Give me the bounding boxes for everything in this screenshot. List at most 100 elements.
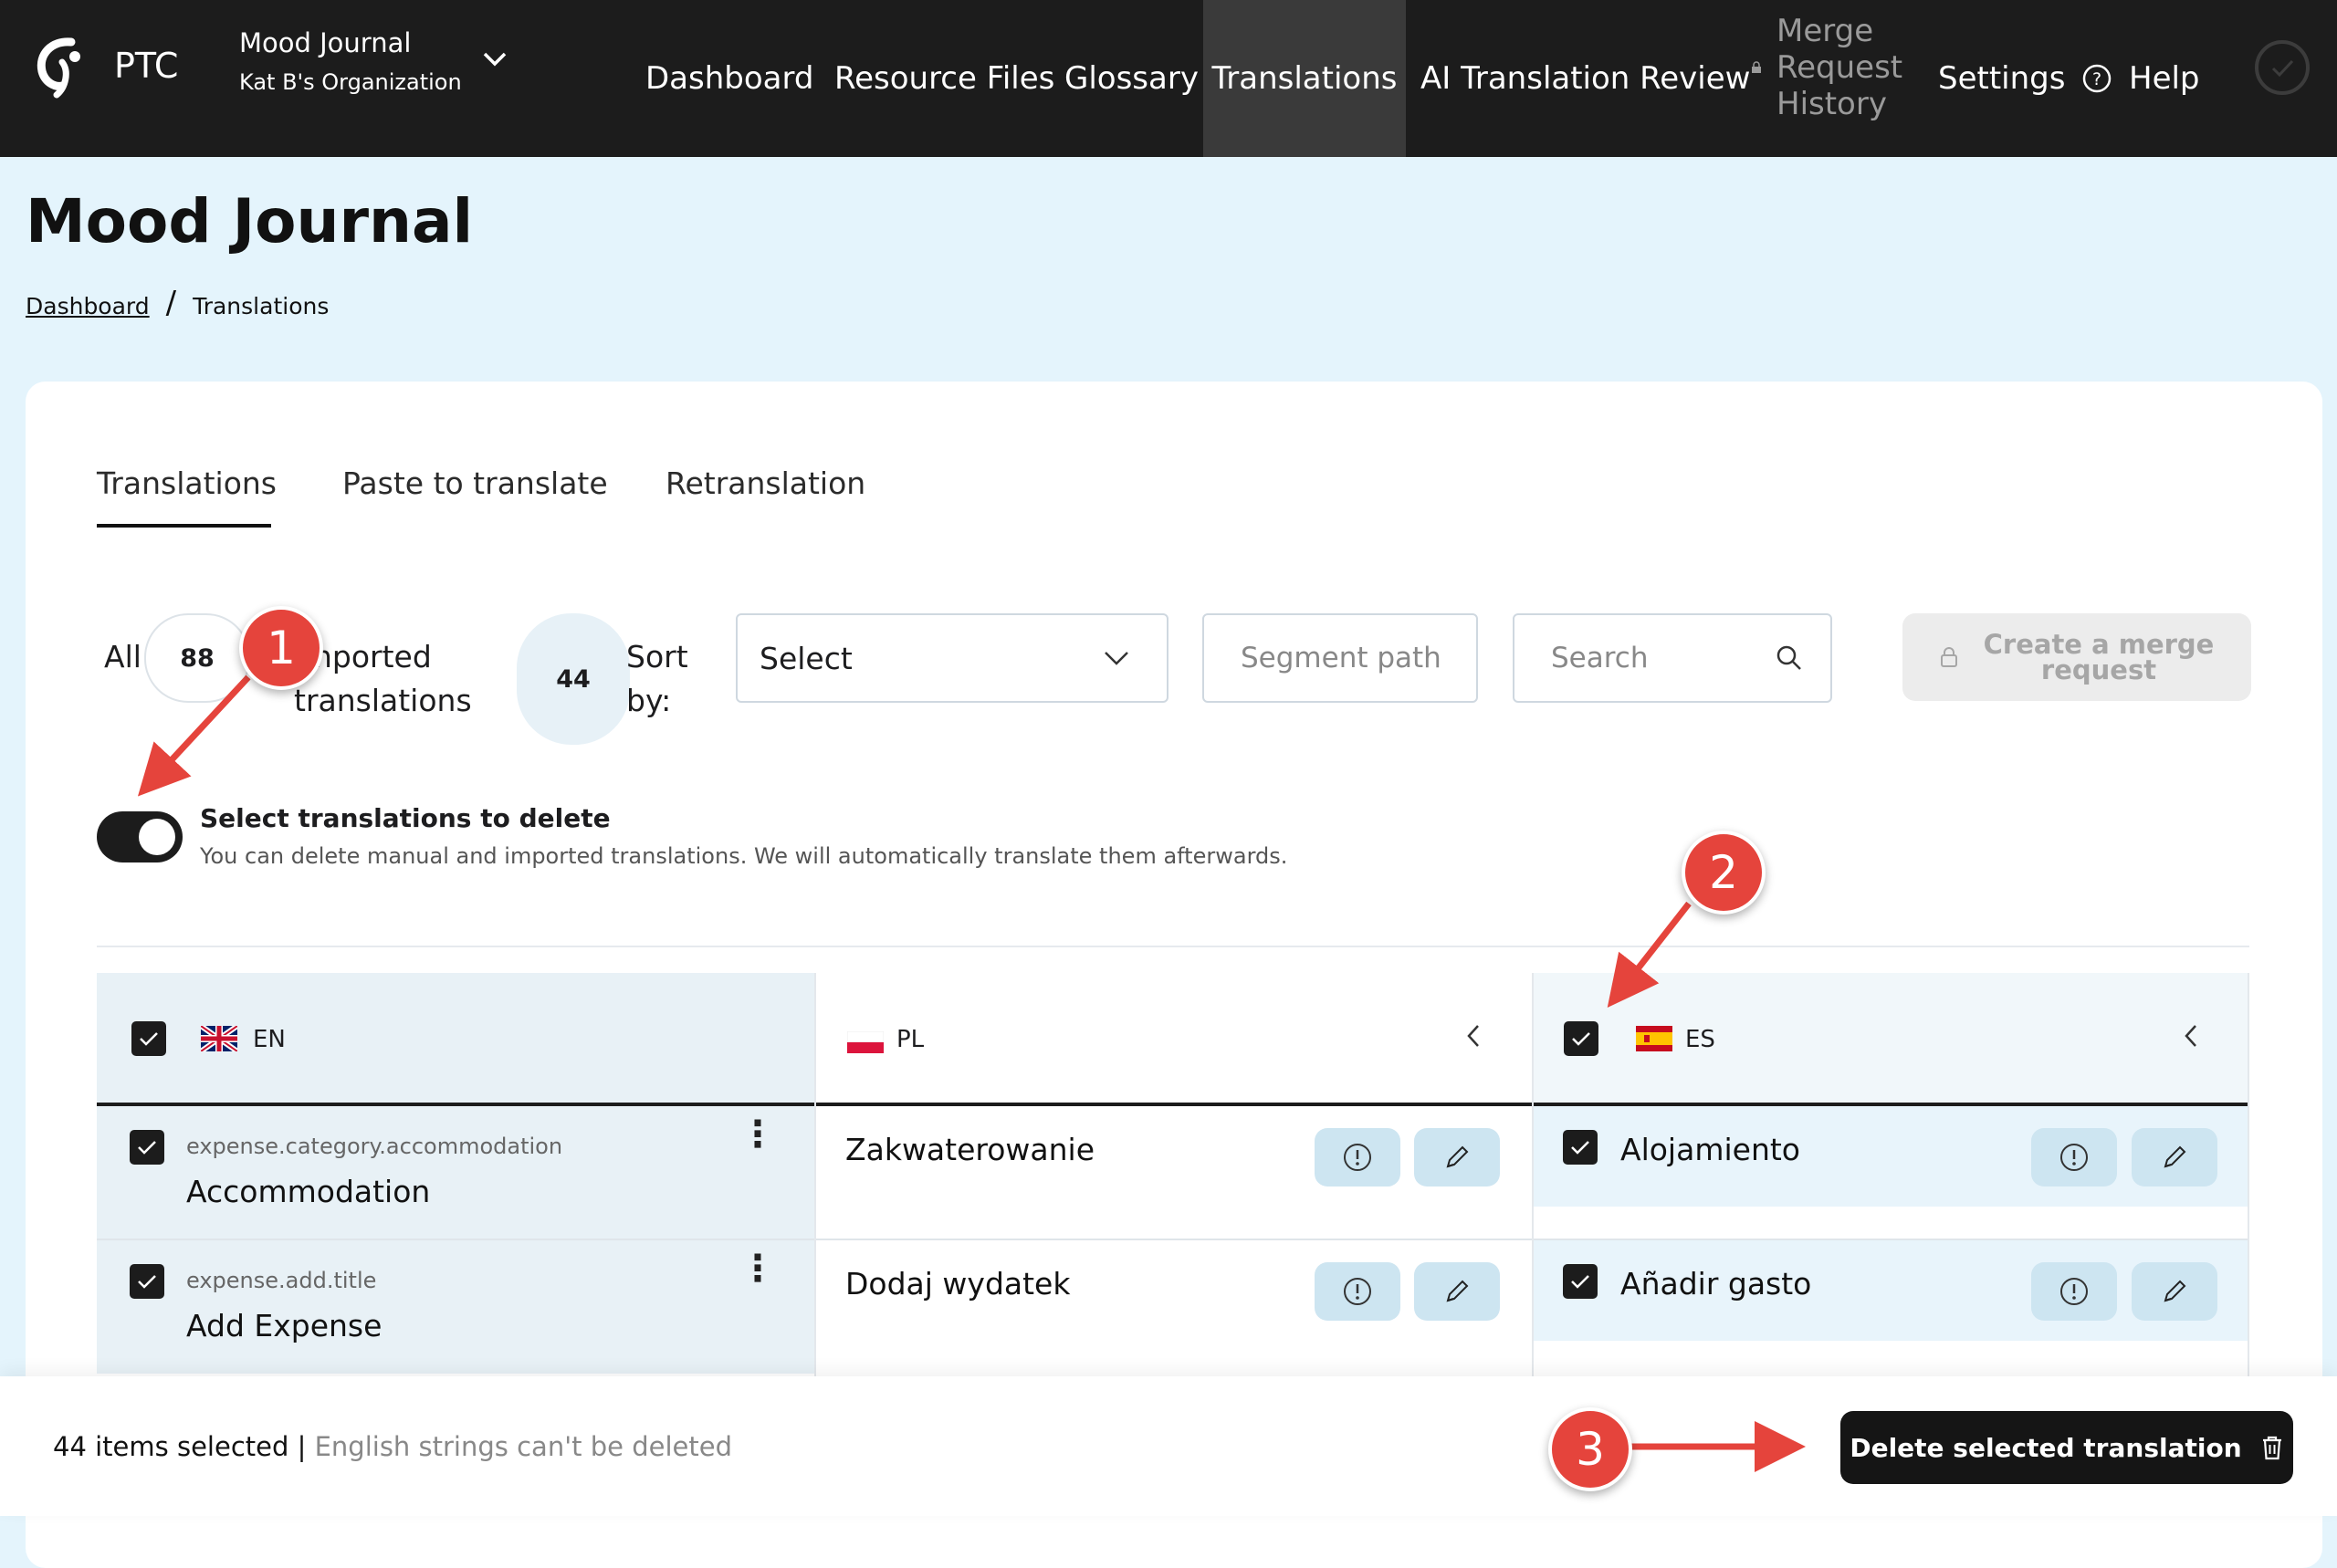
sort-by-label: Sort by: (626, 635, 688, 723)
nav-translations-label: Translations (1211, 60, 1398, 97)
row-source-text: Accommodation (186, 1174, 431, 1209)
collapse-es-chevron-left-icon[interactable] (2182, 1020, 2200, 1057)
chevron-down-icon (1105, 652, 1128, 665)
lock-icon (1751, 60, 1762, 78)
nav-merge-line2: Request (1776, 49, 1903, 86)
page-title: Mood Journal (26, 186, 474, 256)
nav-dashboard[interactable]: Dashboard (645, 0, 813, 157)
checkmark-icon (1571, 1141, 1589, 1155)
row-es-info-button[interactable] (2031, 1128, 2117, 1186)
checkmark-icon (138, 1275, 156, 1289)
nav-merge-line1: Merge (1776, 13, 1874, 49)
pencil-icon (1446, 1280, 1469, 1302)
row-pl-edit-button[interactable] (1414, 1262, 1500, 1321)
row-key: expense.category.accommodation (186, 1134, 563, 1159)
row-es-checkbox[interactable] (1563, 1264, 1598, 1299)
top-navbar: PTC Mood Journal Kat B's Organization Da… (0, 0, 2337, 157)
checkmark-icon (138, 1141, 156, 1155)
trash-icon (2262, 1436, 2281, 1460)
delete-button-label: Delete selected translation (1850, 1432, 2242, 1463)
row-pl-info-button[interactable] (1315, 1262, 1400, 1321)
row-es-translation[interactable]: Añadir gasto (1620, 1266, 1811, 1301)
delete-mode-title: Select translations to delete (200, 803, 611, 833)
poland-flag-icon (846, 1030, 885, 1057)
row-more-options-icon[interactable]: ⋮ (739, 1116, 776, 1153)
row-es-checkbox[interactable] (1563, 1130, 1598, 1165)
ptc-logo-icon[interactable] (35, 35, 93, 100)
nav-merge-line3: History (1776, 86, 1887, 122)
tab-paste-to-translate[interactable]: Paste to translate (342, 465, 608, 501)
select-all-en-checkbox[interactable] (131, 1021, 166, 1056)
organization-name: Kat B's Organization (239, 69, 462, 95)
row-checkbox[interactable] (130, 1130, 164, 1165)
lock-icon (1940, 647, 1957, 667)
nav-merge-request-history: Merge Request History (1776, 13, 1902, 122)
column-code-es: ES (1685, 1026, 1715, 1053)
info-icon (1344, 1144, 1371, 1171)
pencil-icon (2164, 1145, 2186, 1168)
spain-flag-icon (1636, 1026, 1672, 1055)
segment-path-input[interactable]: Segment path (1202, 613, 1478, 703)
row-pl-translation[interactable]: Zakwaterowanie (845, 1132, 1095, 1167)
column-divider (1532, 973, 1534, 1376)
annotation-badge-3: 3 (1548, 1407, 1632, 1491)
delete-mode-description: You can delete manual and imported trans… (200, 843, 1288, 869)
column-code-en: EN (253, 1026, 286, 1053)
row-pl-translation[interactable]: Dodaj wydatek (845, 1266, 1070, 1301)
delete-mode-toggle[interactable] (97, 811, 183, 862)
breadcrumb: Dashboard / Translations (26, 285, 329, 321)
svg-text:?: ? (2092, 69, 2101, 89)
delete-selected-translation-button[interactable]: Delete selected translation (1840, 1411, 2293, 1484)
chevron-down-icon (482, 51, 508, 71)
row-es-translation[interactable]: Alojamiento (1620, 1132, 1800, 1167)
search-input[interactable]: Search (1513, 613, 1832, 703)
selection-note: English strings can't be deleted (314, 1431, 732, 1462)
sort-select[interactable]: Select (736, 613, 1168, 703)
brand-name: PTC (114, 46, 179, 86)
tab-translations[interactable]: Translations (97, 465, 277, 501)
toggle-knob (139, 819, 175, 855)
search-icon (1776, 645, 1801, 670)
nav-resource-files[interactable]: Resource Files (834, 0, 1054, 157)
nav-ai-translation-review[interactable]: AI Translation Review (1420, 0, 1750, 157)
status-check-icon[interactable] (2253, 38, 2311, 100)
table-row (97, 1106, 814, 1239)
sort-by-line2: by: (626, 683, 672, 718)
info-icon (2060, 1278, 2088, 1305)
nav-settings[interactable]: Settings (1938, 0, 2065, 157)
nav-glossary[interactable]: Glossary (1064, 0, 1199, 157)
create-merge-request-button[interactable]: Create a merge request (1902, 613, 2251, 701)
row-key: expense.add.title (186, 1268, 377, 1293)
row-source-text: Add Expense (186, 1308, 383, 1343)
tab-retranslation[interactable]: Retranslation (665, 465, 865, 501)
column-divider (814, 973, 816, 1376)
uk-flag-icon (199, 1023, 239, 1055)
row-more-options-icon[interactable]: ⋮ (739, 1250, 776, 1287)
project-switcher[interactable]: Mood Journal Kat B's Organization (239, 27, 513, 106)
filter-all-count[interactable]: 88 (144, 613, 250, 703)
collapse-pl-chevron-left-icon[interactable] (1464, 1020, 1483, 1057)
selected-count: 44 items selected | English strings can'… (53, 1431, 732, 1462)
row-es-info-button[interactable] (2031, 1262, 2117, 1321)
row-checkbox[interactable] (130, 1264, 164, 1299)
search-placeholder: Search (1551, 642, 1649, 674)
checkmark-icon (1572, 1032, 1590, 1046)
filter-imported-count[interactable]: 44 (517, 613, 630, 745)
table-top-divider (97, 946, 2249, 947)
row-es-edit-button[interactable] (2132, 1128, 2217, 1186)
row-es-edit-button[interactable] (2132, 1262, 2217, 1321)
checkmark-icon (140, 1032, 158, 1046)
filter-all-label[interactable]: All (104, 635, 141, 679)
tab-active-indicator (97, 524, 271, 528)
sort-by-line1: Sort (626, 639, 688, 674)
row-pl-info-button[interactable] (1315, 1128, 1400, 1186)
table-row (97, 1240, 814, 1374)
breadcrumb-dashboard-link[interactable]: Dashboard (26, 293, 150, 319)
filter-imported-line2: translations (294, 683, 472, 718)
row-pl-edit-button[interactable] (1414, 1128, 1500, 1186)
segment-path-placeholder: Segment path (1241, 642, 1441, 674)
nav-translations[interactable]: Translations (1203, 0, 1406, 157)
nav-help[interactable]: ? Help (2081, 0, 2200, 157)
selected-count-text: 44 items selected | (53, 1431, 307, 1462)
select-all-es-checkbox[interactable] (1564, 1021, 1598, 1056)
